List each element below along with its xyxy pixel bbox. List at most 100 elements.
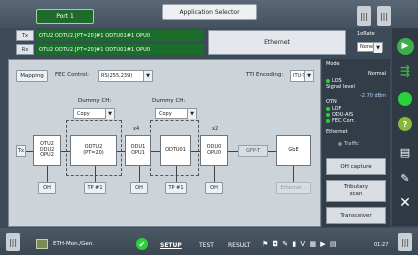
window-button[interactable]: ||| (357, 6, 371, 26)
otn-label: OTN (326, 99, 337, 105)
fec-control-select[interactable]: RS(255,239) ▼ (98, 70, 153, 82)
report-button[interactable]: ▤ (394, 141, 416, 163)
connector (228, 151, 238, 152)
gbe-line: GbE (288, 146, 299, 153)
rx-row-label: Rx (16, 44, 34, 55)
connector (151, 151, 160, 152)
odu1-block[interactable]: ODU1 OPU1 (125, 135, 151, 166)
odtu01-block[interactable]: ODTU01 (160, 135, 191, 166)
odu0-block[interactable]: ODU0 OPU0 (200, 135, 228, 166)
tx-signal-path[interactable]: OTU2 ODTU2.[PT=20]#1 ODTU01#1 OPU0 (36, 30, 204, 41)
led-icon (326, 106, 330, 111)
chevron-down-icon: ▼ (373, 43, 382, 53)
module-icon (36, 239, 48, 249)
oh-button-otu2[interactable]: OH (38, 182, 56, 194)
opu2-line: OPU2 (40, 152, 54, 159)
otu2-block[interactable]: OTU2 ODU2 OPU2 (33, 135, 61, 166)
ethernet-settings-button: Ethernet... (276, 182, 311, 194)
oh-capture-button[interactable]: OH capture (326, 158, 386, 175)
led-icon (326, 112, 330, 117)
multiplier-x4: x4 (133, 126, 140, 132)
tx-port-button[interactable]: Tx (16, 145, 26, 157)
connector (139, 166, 140, 182)
module-name[interactable]: ETH-Mon./Gen. (53, 241, 94, 247)
mapping-button[interactable]: Mapping (16, 70, 48, 82)
ethernet-client-box[interactable]: Ethernet (208, 30, 346, 55)
connector (95, 166, 96, 182)
chevron-down-icon: ▼ (105, 109, 114, 119)
connector (26, 151, 33, 152)
chevron-down-icon: ▼ (304, 71, 313, 81)
tx-row-label: Tx (16, 30, 34, 41)
connector (117, 151, 125, 152)
close-button[interactable]: ✕ (394, 192, 416, 214)
odtu2-block[interactable]: ODTU2 (PT=20) (70, 135, 117, 166)
led-icon (326, 118, 330, 123)
transceiver-button[interactable]: Transceiver (326, 207, 386, 224)
play-button[interactable]: ▶ (394, 35, 416, 57)
close-icon: ✕ (399, 195, 411, 211)
dummy-ch-select-2[interactable]: Copy ▼ (155, 108, 197, 119)
help-icon: ? (398, 117, 412, 131)
traffic-indicator: Traffic (338, 141, 359, 147)
rate-label: 1oRate (357, 31, 375, 37)
connector (214, 166, 215, 182)
tti-encoding-select[interactable]: ITU-T ▼ (290, 70, 314, 82)
mode-label: Mode (326, 61, 340, 67)
connector (176, 166, 177, 182)
tab-result[interactable]: RESULT (228, 242, 250, 249)
pt-line: (PT=20) (83, 149, 104, 156)
connector (268, 151, 276, 152)
gbe-block[interactable]: GbE (276, 135, 311, 166)
help-button[interactable]: ? (394, 113, 416, 135)
edit-icon: ✎ (400, 171, 410, 185)
connector (293, 166, 294, 182)
dummy-ch-value-2: Copy (159, 110, 172, 117)
rx-signal-path[interactable]: OTU2 ODTU2.[PT=20]#1 ODTU01#1 OPU0 (36, 44, 204, 55)
oh-button-odu0[interactable]: OH (205, 182, 223, 194)
dummy-ch-label-2: Dummy CH: (152, 98, 186, 104)
odtu01-line: ODTU01 (165, 146, 186, 153)
connector (61, 151, 70, 152)
dummy-ch-label-1: Dummy CH: (78, 98, 112, 104)
chevron-down-icon: ▼ (143, 71, 152, 81)
rate-select[interactable]: None ▼ (357, 42, 383, 53)
tab-setup[interactable]: SETUP (160, 242, 182, 249)
signal-level-value: -2.70 dBm (360, 93, 387, 99)
port-tab[interactable]: Port 1 (36, 9, 94, 24)
chevron-down-icon: ▼ (187, 109, 196, 119)
dummy-ch-select-1[interactable]: Copy ▼ (73, 108, 115, 119)
top-menu-button[interactable]: ||| (377, 6, 391, 26)
oh-button-odu1[interactable]: OH (130, 182, 148, 194)
connector (191, 151, 200, 152)
fec-control-value: RS(255,239) (101, 73, 133, 79)
clock: 01:27 (374, 242, 389, 248)
multiplier-x2: x2 (212, 126, 219, 132)
tti-encoding-label: TTI Encoding: (246, 72, 284, 78)
opu0-line: OPU0 (207, 149, 221, 156)
left-menu-button[interactable]: ||| (6, 233, 20, 251)
led-icon (398, 92, 412, 106)
led-icon (338, 141, 342, 146)
tp-button-odtu01[interactable]: TP #1 (165, 182, 187, 194)
rate-select-value: None (360, 44, 374, 50)
tab-test[interactable]: TEST (199, 242, 214, 249)
check-icon: ✔ (136, 238, 148, 250)
report-icon: ▤ (399, 145, 411, 159)
app-selector-button[interactable]: Application Selector (162, 4, 257, 20)
connector (47, 166, 48, 182)
fec-control-label: FEC Control: (55, 72, 89, 78)
edit-button[interactable]: ✎ (394, 167, 416, 189)
tp-button-odtu2[interactable]: TP #1 (84, 182, 106, 194)
led-icon (326, 78, 330, 83)
tributary-scan-line1: Tributary (343, 183, 369, 190)
signal-level-label: Signal level (326, 84, 355, 90)
tributary-scan-button[interactable]: Tributary scan (326, 180, 386, 202)
opu1-line: OPU1 (131, 149, 145, 156)
traffic-label: Traffic (344, 141, 360, 147)
right-menu-button[interactable]: ||| (398, 233, 412, 251)
run-button[interactable]: ⇶ (394, 60, 416, 82)
fec-corr-indicator: FEC Corr. (326, 118, 355, 124)
status-icons[interactable]: ⚑ ◘ ✎ ▮ V ▦ ▶ ▤ (262, 240, 338, 248)
ethernet-label: Ethernet (326, 129, 348, 135)
